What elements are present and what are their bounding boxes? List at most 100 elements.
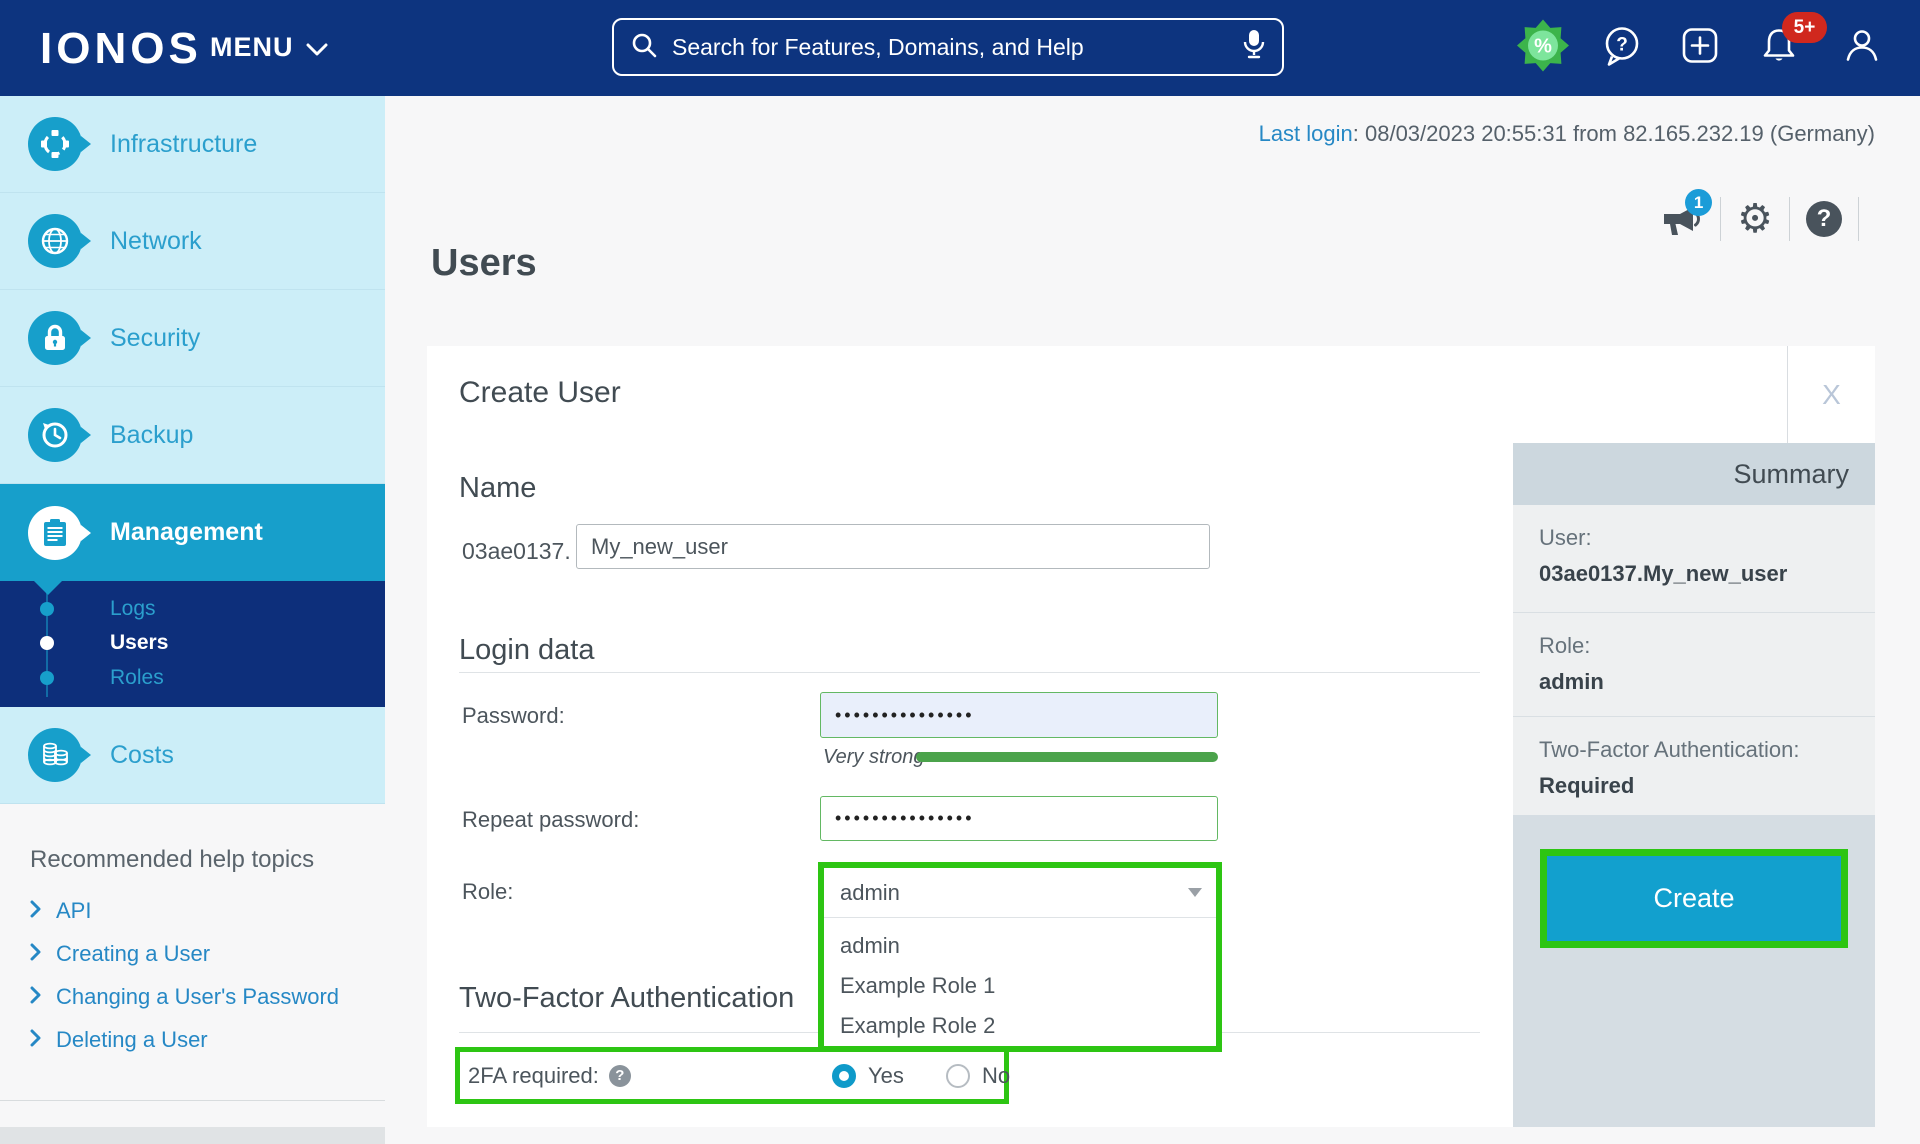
role-select[interactable]: admin <box>824 868 1216 918</box>
help-link-changing-password[interactable]: Changing a User's Password <box>30 984 339 1010</box>
last-login-line: Last login: 08/03/2023 20:55:31 from 82.… <box>1259 121 1875 147</box>
repeat-password-input[interactable] <box>820 796 1218 841</box>
create-button-section: Create <box>1513 815 1875 1127</box>
role-options-list: admin Example Role 1 Example Role 2 <box>824 918 1216 1046</box>
lock-icon <box>28 311 82 365</box>
chevron-right-icon <box>30 1027 42 1053</box>
password-strength-bar <box>916 752 1218 762</box>
create-user-dialog: Create User X Name 03ae0137. Login data … <box>427 346 1875 1127</box>
sidebar-item-backup[interactable]: Backup <box>0 387 385 484</box>
summary-value: Required <box>1539 773 1855 799</box>
network-globe-icon <box>28 214 82 268</box>
close-icon[interactable]: X <box>1787 346 1875 443</box>
page-title: Users <box>431 242 537 285</box>
chevron-right-icon <box>30 984 42 1010</box>
help-link-label: Deleting a User <box>56 1027 208 1053</box>
backup-clock-icon <box>28 408 82 462</box>
divider <box>1789 197 1790 241</box>
help-question-icon[interactable]: ? <box>609 1065 631 1087</box>
username-prefix: 03ae0137. <box>462 538 571 565</box>
announcement-count-badge: 1 <box>1685 189 1712 216</box>
login-section-heading: Login data <box>459 634 594 667</box>
chevron-right-icon <box>30 898 42 924</box>
sidebar-item-logs[interactable]: Logs <box>0 594 385 624</box>
sidebar-item-costs[interactable]: Costs <box>0 707 385 804</box>
notification-count-badge: 5+ <box>1782 12 1827 43</box>
svg-text:%: % <box>1534 36 1552 58</box>
global-search <box>612 18 1284 76</box>
submenu-label: Users <box>110 631 168 655</box>
sidebar-label: Security <box>110 324 200 353</box>
infrastructure-icon <box>28 117 82 171</box>
role-option-example-2[interactable]: Example Role 2 <box>824 1006 1216 1046</box>
divider <box>1720 197 1721 241</box>
summary-label: Role: <box>1539 633 1855 659</box>
help-topics-title: Recommended help topics <box>30 846 314 874</box>
username-input[interactable] <box>576 524 1210 569</box>
role-option-admin[interactable]: admin <box>824 926 1216 966</box>
sidebar-divider <box>0 1100 385 1101</box>
top-navbar: IONOS MENU % ? 5+ <box>0 0 1920 96</box>
help-link-label: API <box>56 898 91 924</box>
add-product-icon[interactable] <box>1680 26 1720 71</box>
summary-row-user: User: 03ae0137.My_new_user <box>1513 505 1875 612</box>
menu-button[interactable]: MENU <box>210 32 328 63</box>
section-divider <box>459 672 1480 673</box>
role-option-example-1[interactable]: Example Role 1 <box>824 966 1216 1006</box>
sidebar-bottom-strip <box>0 1127 385 1144</box>
create-button[interactable]: Create <box>1547 856 1841 941</box>
twofa-no-label[interactable]: No <box>982 1063 1010 1089</box>
submenu-label: Roles <box>110 666 164 690</box>
help-link-creating-user[interactable]: Creating a User <box>30 941 210 967</box>
twofa-section-heading: Two-Factor Authentication <box>459 982 794 1015</box>
announcements-megaphone-icon[interactable]: 1 <box>1660 198 1704 240</box>
twofa-no-radio[interactable] <box>946 1064 970 1088</box>
bullet-icon <box>40 636 54 650</box>
password-label: Password: <box>462 703 565 729</box>
clipboard-icon <box>28 506 82 560</box>
help-link-api[interactable]: API <box>30 898 91 924</box>
sidebar-item-users[interactable]: Users <box>0 628 385 658</box>
help-chat-icon[interactable]: ? <box>1602 25 1642 72</box>
password-input[interactable] <box>820 692 1218 738</box>
question-circle-icon[interactable]: ? <box>1806 201 1842 237</box>
page-tool-icons: 1 ⚙ ? <box>1660 196 1875 242</box>
summary-value: admin <box>1539 669 1855 695</box>
ionos-logo[interactable]: IONOS <box>40 24 202 74</box>
help-link-deleting-user[interactable]: Deleting a User <box>30 1027 208 1053</box>
create-button-highlight: Create <box>1540 849 1848 948</box>
sidebar-item-network[interactable]: Network <box>0 193 385 290</box>
dialog-title: Create User <box>459 376 621 410</box>
summary-label: Two-Factor Authentication: <box>1539 737 1855 763</box>
svg-text:?: ? <box>1616 35 1628 56</box>
sidebar-item-management[interactable]: Management <box>0 484 385 581</box>
search-icon <box>630 31 658 64</box>
bullet-icon <box>40 671 54 685</box>
last-login-value: : 08/03/2023 20:55:31 from 82.165.232.19… <box>1353 121 1875 146</box>
summary-panel: Summary User: 03ae0137.My_new_user Role:… <box>1513 443 1875 1127</box>
chevron-right-icon <box>30 941 42 967</box>
password-strength-label: Very strong <box>823 746 925 769</box>
twofa-yes-label[interactable]: Yes <box>868 1063 904 1089</box>
summary-value: 03ae0137.My_new_user <box>1539 561 1855 587</box>
role-label: Role: <box>462 879 513 905</box>
search-input[interactable] <box>672 34 1228 61</box>
sidebar-item-roles[interactable]: Roles <box>0 663 385 693</box>
sidebar-item-infrastructure[interactable]: Infrastructure <box>0 96 385 193</box>
ionos-control-panel: IONOS MENU % ? 5+ <box>0 0 1920 1144</box>
gear-icon[interactable]: ⚙ <box>1737 198 1773 240</box>
account-icon[interactable] <box>1842 26 1882 71</box>
microphone-icon[interactable] <box>1242 28 1266 66</box>
submenu-label: Logs <box>110 597 156 621</box>
twofa-yes-radio[interactable] <box>832 1064 856 1088</box>
last-login-link[interactable]: Last login <box>1259 121 1353 146</box>
summary-label: User: <box>1539 525 1855 551</box>
help-link-label: Creating a User <box>56 941 210 967</box>
name-section-heading: Name <box>459 472 536 505</box>
sidebar-item-security[interactable]: Security <box>0 290 385 387</box>
role-selected-value: admin <box>840 880 900 906</box>
percent-badge-icon[interactable]: % <box>1517 20 1569 77</box>
repeat-password-label: Repeat password: <box>462 807 639 833</box>
sidebar-nav: Infrastructure Network Security Backup M… <box>0 96 385 804</box>
divider <box>1858 197 1859 241</box>
